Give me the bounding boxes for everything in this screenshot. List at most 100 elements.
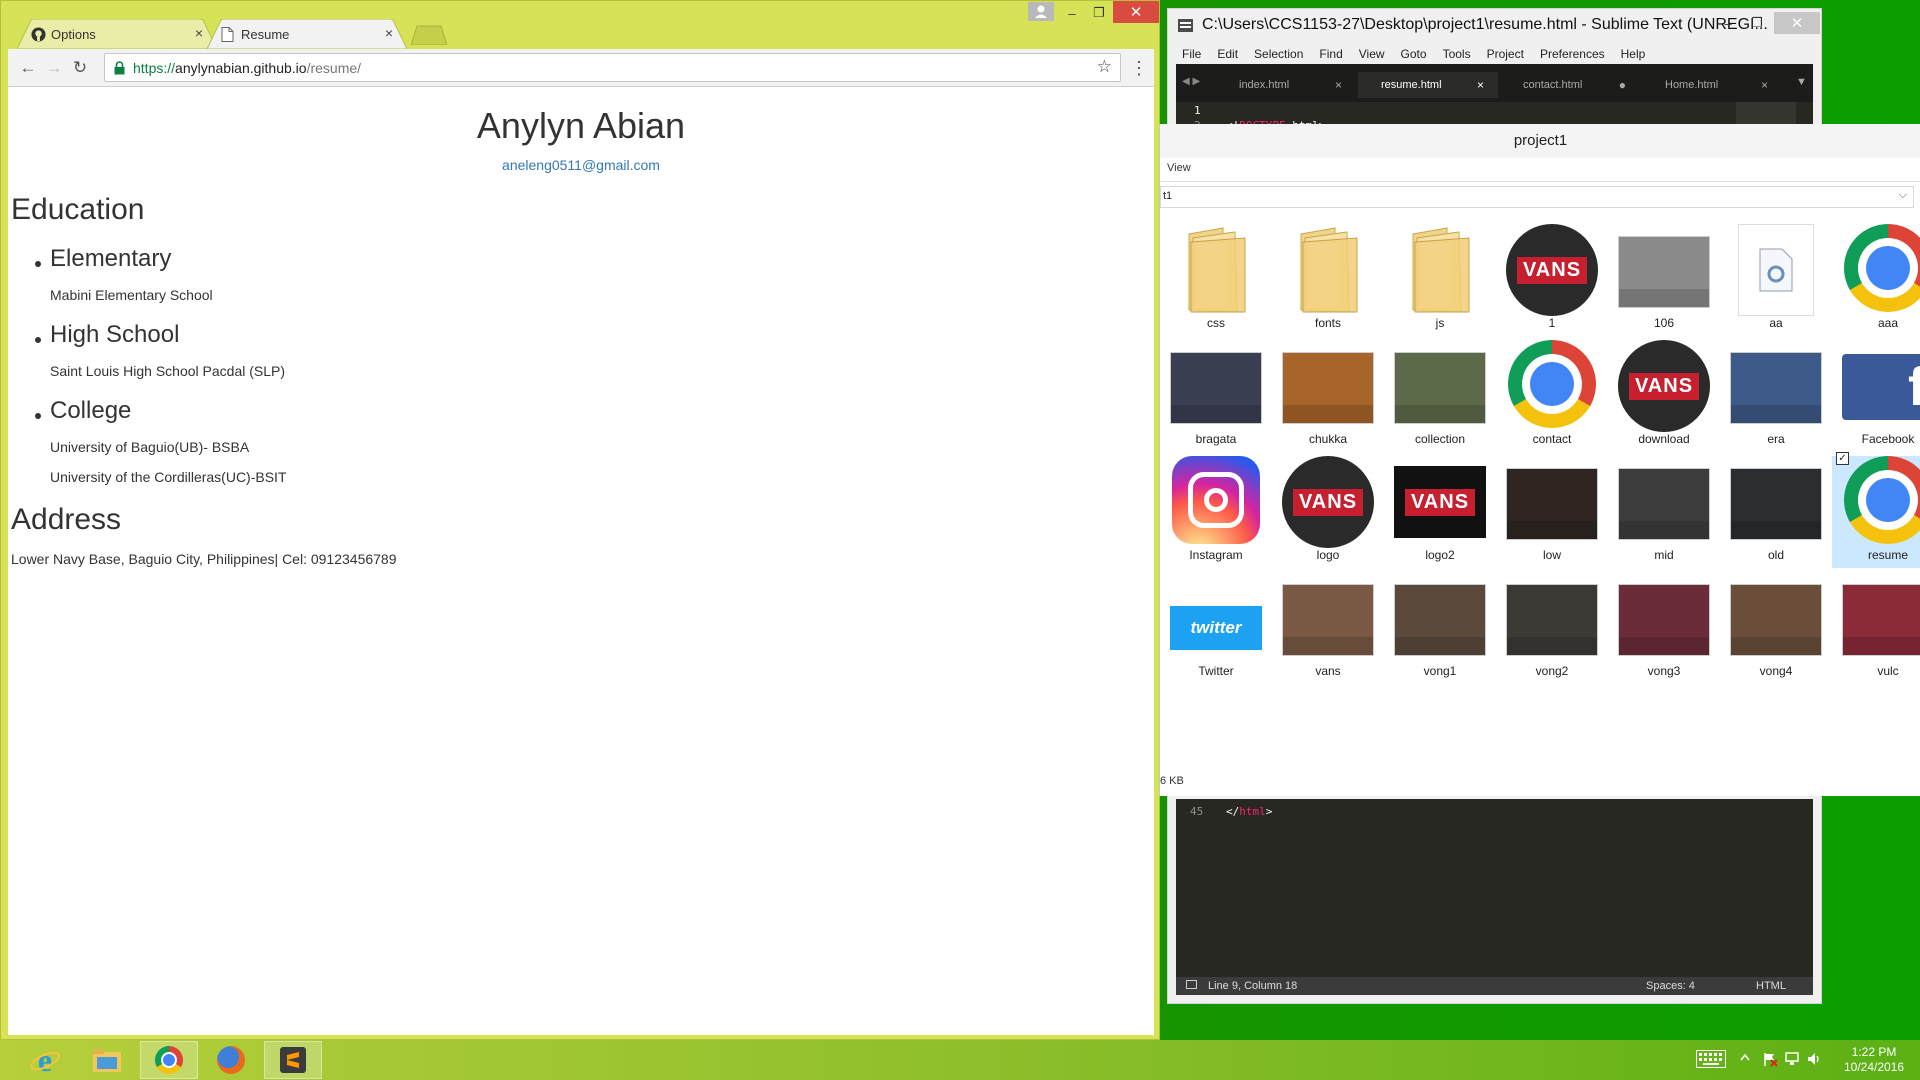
syntax-setting[interactable]: HTML — [1756, 980, 1786, 992]
ribbon-view-tab[interactable]: View — [1167, 162, 1191, 174]
keyboard-icon[interactable] — [1696, 1050, 1726, 1068]
selection-size: 6 KB — [1160, 775, 1184, 787]
file-label: aa — [1769, 316, 1783, 330]
network-icon[interactable] — [1784, 1051, 1800, 1067]
file-item-vulc[interactable]: vulc — [1832, 572, 1920, 684]
tab-close-button[interactable]: × — [195, 25, 203, 41]
file-item-facebook[interactable]: f Facebook — [1832, 340, 1920, 452]
file-item-instagram[interactable]: Instagram — [1160, 456, 1272, 568]
selection-checkbox[interactable]: ✓ — [1836, 452, 1849, 465]
sublime-text-icon[interactable] — [264, 1041, 322, 1079]
education-level: Elementary — [50, 245, 172, 272]
address-bar[interactable]: t1 ⌵ — [1160, 186, 1914, 208]
file-item-aa[interactable]: aa — [1720, 224, 1832, 336]
tab-label: resume.html — [1381, 79, 1442, 91]
menu-view[interactable]: View — [1359, 47, 1385, 61]
chevron-down-icon[interactable]: ⌵ — [1899, 189, 1907, 202]
tab-contact-html[interactable]: contact.html ● — [1500, 72, 1640, 98]
menu-selection[interactable]: Selection — [1254, 47, 1303, 61]
file-item-vong1[interactable]: vong1 — [1384, 572, 1496, 684]
image-thumbnail — [1730, 340, 1822, 424]
file-item-low[interactable]: low — [1496, 456, 1608, 568]
file-item-contact[interactable]: contact — [1496, 340, 1608, 452]
tab-index-html[interactable]: index.html × — [1216, 72, 1356, 98]
action-center-flag-icon[interactable] — [1762, 1051, 1778, 1067]
profile-icon[interactable] — [1028, 2, 1054, 21]
file-item-collection[interactable]: collection — [1384, 340, 1496, 452]
menu-project[interactable]: Project — [1487, 47, 1524, 61]
internet-explorer-icon[interactable]: e — [16, 1041, 74, 1079]
file-item-106[interactable]: 106 — [1608, 224, 1720, 336]
file-item-vong3[interactable]: vong3 — [1608, 572, 1720, 684]
chrome-menu-button[interactable]: ⋮ — [1130, 57, 1148, 79]
reload-button[interactable]: ↻ — [70, 58, 90, 78]
tab-nav-arrows-icon[interactable]: ◀ ▶ — [1182, 76, 1200, 87]
file-item-era[interactable]: era — [1720, 340, 1832, 452]
file-item-js[interactable]: js — [1384, 224, 1496, 336]
editor-tab-bar: ◀ ▶ index.html × resume.html × contact.htm… — [1176, 64, 1813, 102]
tab-close-button[interactable]: × — [1477, 78, 1484, 92]
tab-home-html[interactable]: Home.html × — [1642, 72, 1782, 98]
file-item-logo2[interactable]: VANS logo2 — [1384, 456, 1496, 568]
vans-logo-text: VANS — [1404, 488, 1476, 516]
file-item-css[interactable]: css — [1160, 224, 1272, 336]
file-item-resume[interactable]: resume ✓ — [1832, 452, 1920, 568]
file-explorer-icon[interactable] — [78, 1041, 136, 1079]
indentation-setting[interactable]: Spaces: 4 — [1646, 980, 1695, 992]
file-item-1[interactable]: VANS 1 — [1496, 224, 1608, 336]
tab-resume[interactable]: Resume × — [207, 19, 407, 49]
volume-icon[interactable] — [1806, 1051, 1822, 1067]
file-item-vong2[interactable]: vong2 — [1496, 572, 1608, 684]
file-item-vans[interactable]: vans — [1272, 572, 1384, 684]
file-item-logo[interactable]: VANS logo — [1272, 456, 1384, 568]
menu-preferences[interactable]: Preferences — [1540, 47, 1605, 61]
maximize-button[interactable]: ❐ — [1086, 3, 1112, 23]
menu-goto[interactable]: Goto — [1401, 47, 1427, 61]
education-level: College — [50, 397, 132, 424]
minimize-button[interactable]: – — [1716, 13, 1740, 33]
email-link[interactable]: aneleng0511@gmail.com — [8, 157, 1154, 173]
tab-label: Resume — [241, 26, 290, 42]
bookmark-star-icon[interactable]: ☆ — [1097, 57, 1112, 77]
panel-toggle-icon[interactable] — [1186, 980, 1197, 989]
back-button[interactable]: ← — [18, 58, 38, 78]
system-clock[interactable]: 1:22 PM 10/24/2016 — [1838, 1045, 1910, 1075]
close-button[interactable]: ✕ — [1774, 12, 1820, 34]
instagram-icon — [1172, 456, 1260, 544]
tab-close-button[interactable]: × — [1761, 78, 1768, 92]
minimize-button[interactable]: – — [1059, 3, 1085, 23]
tab-resume-html[interactable]: resume.html × — [1358, 72, 1498, 98]
firefox-icon[interactable] — [202, 1041, 260, 1079]
close-button[interactable]: ✕ — [1113, 1, 1159, 23]
show-hidden-icons-icon[interactable] — [1740, 1053, 1750, 1061]
file-item-download[interactable]: VANS download — [1608, 340, 1720, 452]
code-editor[interactable]: 45 </html> — [1176, 799, 1813, 992]
file-label: resume — [1867, 548, 1908, 562]
file-item-fonts[interactable]: fonts — [1272, 224, 1384, 336]
tab-options[interactable]: Options × — [17, 19, 217, 49]
chrome-taskbar-icon[interactable] — [140, 1041, 198, 1079]
new-tab-button[interactable] — [411, 25, 447, 45]
menu-help[interactable]: Help — [1621, 47, 1646, 61]
forward-button[interactable]: → — [44, 58, 64, 78]
maximize-button[interactable]: ❐ — [1745, 13, 1769, 33]
tab-dropdown-icon[interactable]: ▼ — [1796, 76, 1807, 88]
tab-close-button[interactable]: × — [385, 25, 393, 41]
address-bar[interactable]: https://anylynabian.github.io/resume/ ☆ — [104, 53, 1121, 82]
unsaved-dot-icon[interactable]: ● — [1619, 78, 1626, 92]
code-keyword: html — [1239, 805, 1266, 818]
file-item-twitter[interactable]: twitter Twitter — [1160, 572, 1272, 684]
tab-close-button[interactable]: × — [1335, 78, 1342, 92]
file-label: vong3 — [1647, 664, 1681, 678]
menu-find[interactable]: Find — [1319, 47, 1342, 61]
menu-file[interactable]: File — [1182, 47, 1201, 61]
file-item-aaa[interactable]: aaa — [1832, 224, 1920, 336]
page-icon — [221, 27, 236, 42]
file-item-mid[interactable]: mid — [1608, 456, 1720, 568]
file-item-bragata[interactable]: bragata — [1160, 340, 1272, 452]
file-item-chukka[interactable]: chukka — [1272, 340, 1384, 452]
menu-tools[interactable]: Tools — [1443, 47, 1471, 61]
menu-edit[interactable]: Edit — [1217, 47, 1238, 61]
file-item-old[interactable]: old — [1720, 456, 1832, 568]
file-item-vong4[interactable]: vong4 — [1720, 572, 1832, 684]
